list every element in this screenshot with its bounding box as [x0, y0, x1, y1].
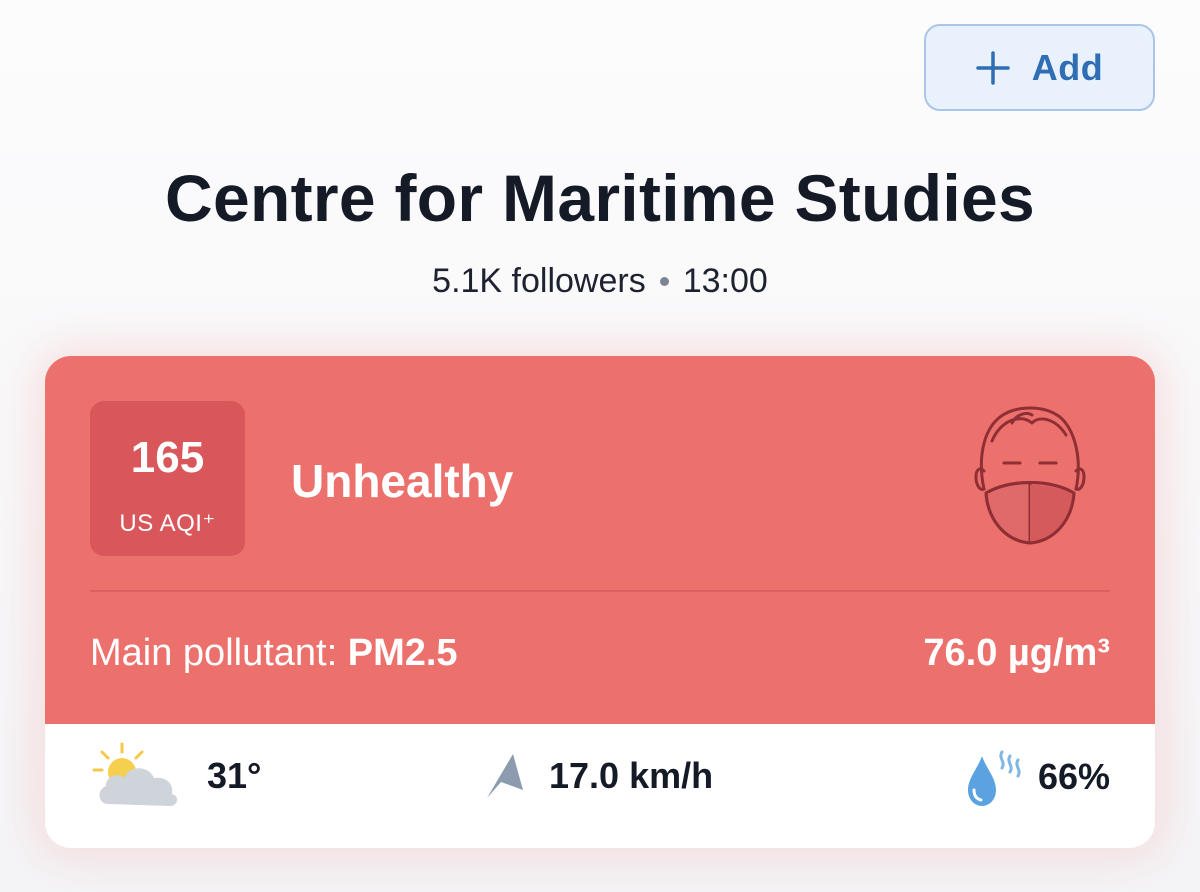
followers-count: 5.1K followers: [432, 262, 646, 300]
plus-icon: [976, 50, 1010, 85]
humidity-icon: [967, 750, 1021, 806]
station-page: Add Centre for Maritime Studies 5.1K fol…: [0, 0, 1200, 892]
add-button-label: Add: [1031, 46, 1104, 88]
page-title: Centre for Maritime Studies: [165, 161, 1035, 235]
partly-sunny-icon: [92, 742, 178, 806]
weather-row: 31° 17.0 km/h 66%: [45, 724, 1155, 848]
aqi-status: Unhealthy: [291, 455, 514, 507]
main-pollutant: Main pollutant: PM2.5: [90, 632, 458, 675]
wind-item: 17.0 km/h: [485, 752, 713, 800]
aqi-card-header: 165 US AQI⁺ Unhealthy Main pollutant: PM…: [45, 356, 1155, 724]
aqi-unit: US AQI⁺: [119, 510, 216, 537]
aqi-card[interactable]: 165 US AQI⁺ Unhealthy Main pollutant: PM…: [45, 356, 1155, 848]
aqi-badge: 165 US AQI⁺: [90, 401, 245, 556]
humidity-value: 66%: [1037, 756, 1110, 797]
temperature-item: 31°: [90, 740, 261, 812]
wind-value: 17.0 km/h: [549, 755, 714, 796]
wind-direction-icon: [487, 754, 523, 798]
add-button[interactable]: Add: [924, 24, 1155, 111]
pollutant-concentration: 76.0 µg/m³: [923, 632, 1110, 674]
humidity-item: 66%: [964, 746, 1110, 808]
card-divider: [90, 590, 1110, 592]
separator-dot: [659, 277, 669, 286]
aqi-value: 165: [130, 433, 205, 482]
station-meta: 5.1K followers 13:00: [0, 262, 1200, 301]
mask-face-icon: [974, 406, 1086, 545]
temperature-value: 31°: [207, 755, 262, 796]
update-time: 13:00: [682, 262, 768, 300]
pollutant-name: PM2.5: [347, 632, 458, 674]
pollutant-label: Main pollutant:: [90, 632, 348, 674]
